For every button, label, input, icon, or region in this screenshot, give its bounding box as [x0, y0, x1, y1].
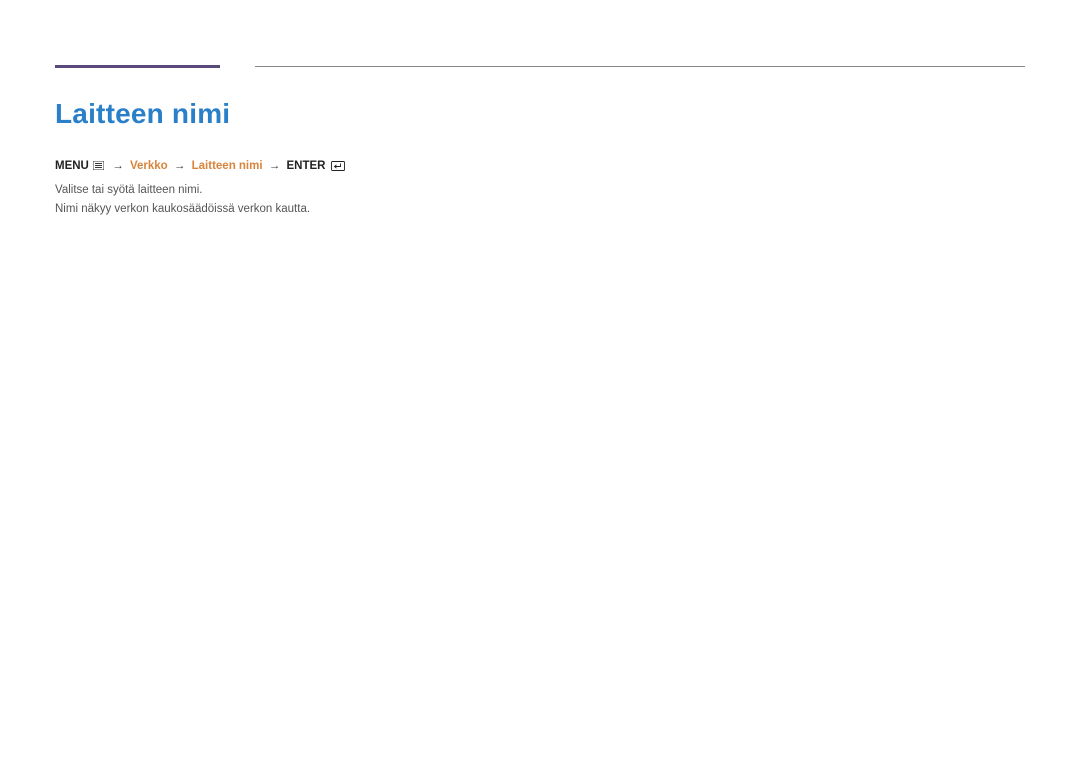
breadcrumb-laitteen-nimi: Laitteen nimi	[192, 160, 263, 172]
body-line-1: Valitse tai syötä laitteen nimi.	[55, 181, 1025, 200]
breadcrumb-verkko: Verkko	[130, 160, 168, 172]
header-divider-line	[255, 66, 1025, 67]
page-title: Laitteen nimi	[55, 98, 1025, 130]
breadcrumb-arrow-3: →	[269, 160, 281, 172]
body-line-2: Nimi näkyy verkon kaukosäädöissä verkon …	[55, 200, 1025, 219]
header-accent-bar	[55, 65, 220, 68]
breadcrumb-menu-label: MENU	[55, 160, 89, 172]
breadcrumb-arrow-1: →	[112, 160, 124, 172]
breadcrumb: MENU → Verkko → Laitteen nimi → ENTER	[55, 160, 1025, 174]
breadcrumb-enter-label: ENTER	[286, 160, 325, 172]
breadcrumb-arrow-2: →	[174, 160, 186, 172]
content-area: Laitteen nimi MENU → Verkko → Laitteen n…	[55, 98, 1025, 219]
menu-icon	[93, 161, 104, 173]
enter-icon	[331, 161, 345, 174]
